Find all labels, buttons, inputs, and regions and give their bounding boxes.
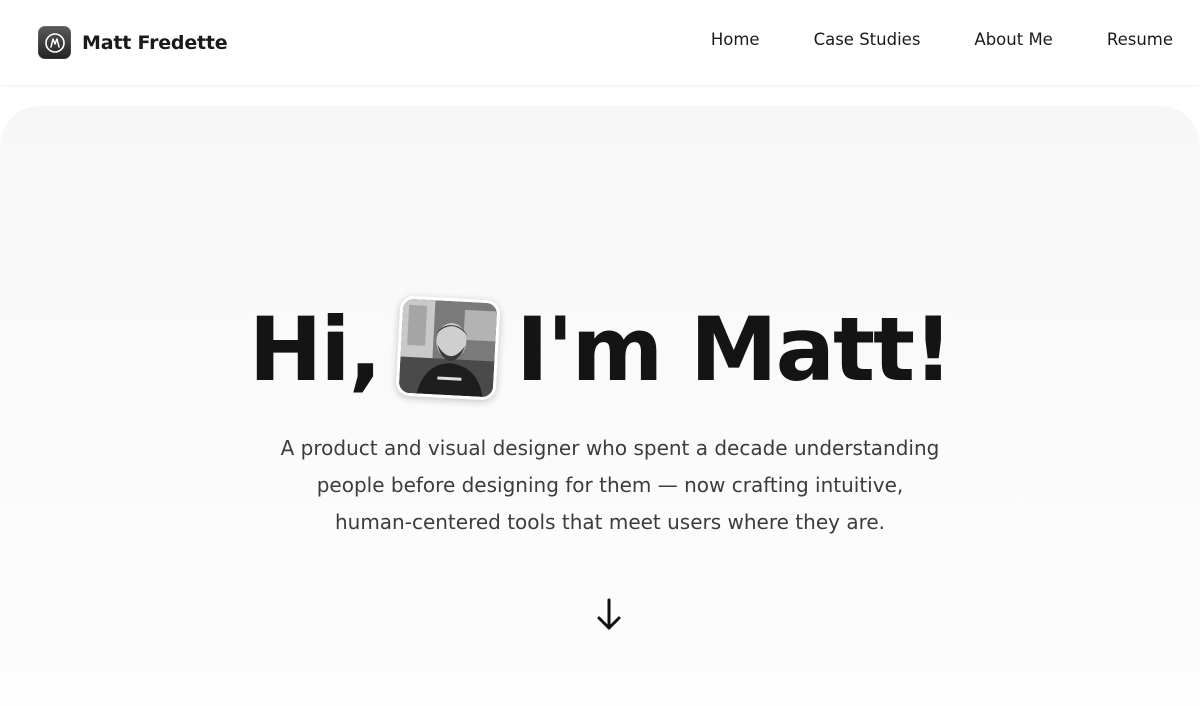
top-navbar: Matt Fredette Home Case Studies About Me… <box>0 0 1200 85</box>
hero-subtitle: A product and visual designer who spent … <box>280 436 940 534</box>
profile-photo <box>395 295 501 401</box>
headline-greeting: Hi, <box>248 298 382 401</box>
main-nav: Home Case Studies About Me Resume <box>711 30 1173 49</box>
nav-home-link[interactable]: Home <box>711 30 760 49</box>
nav-case-studies-link[interactable]: Case Studies <box>814 30 921 49</box>
arrow-down-icon[interactable] <box>596 598 622 632</box>
headline-name: I'm Matt! <box>516 298 953 401</box>
hero-headline: Hi, I'm Matt! <box>0 295 1200 401</box>
nav-about-me-link[interactable]: About Me <box>974 30 1052 49</box>
nav-resume-link[interactable]: Resume <box>1107 30 1173 49</box>
brand-name: Matt Fredette <box>82 31 228 54</box>
mf-monogram-icon <box>38 26 71 59</box>
brand-link[interactable]: Matt Fredette <box>38 26 228 59</box>
